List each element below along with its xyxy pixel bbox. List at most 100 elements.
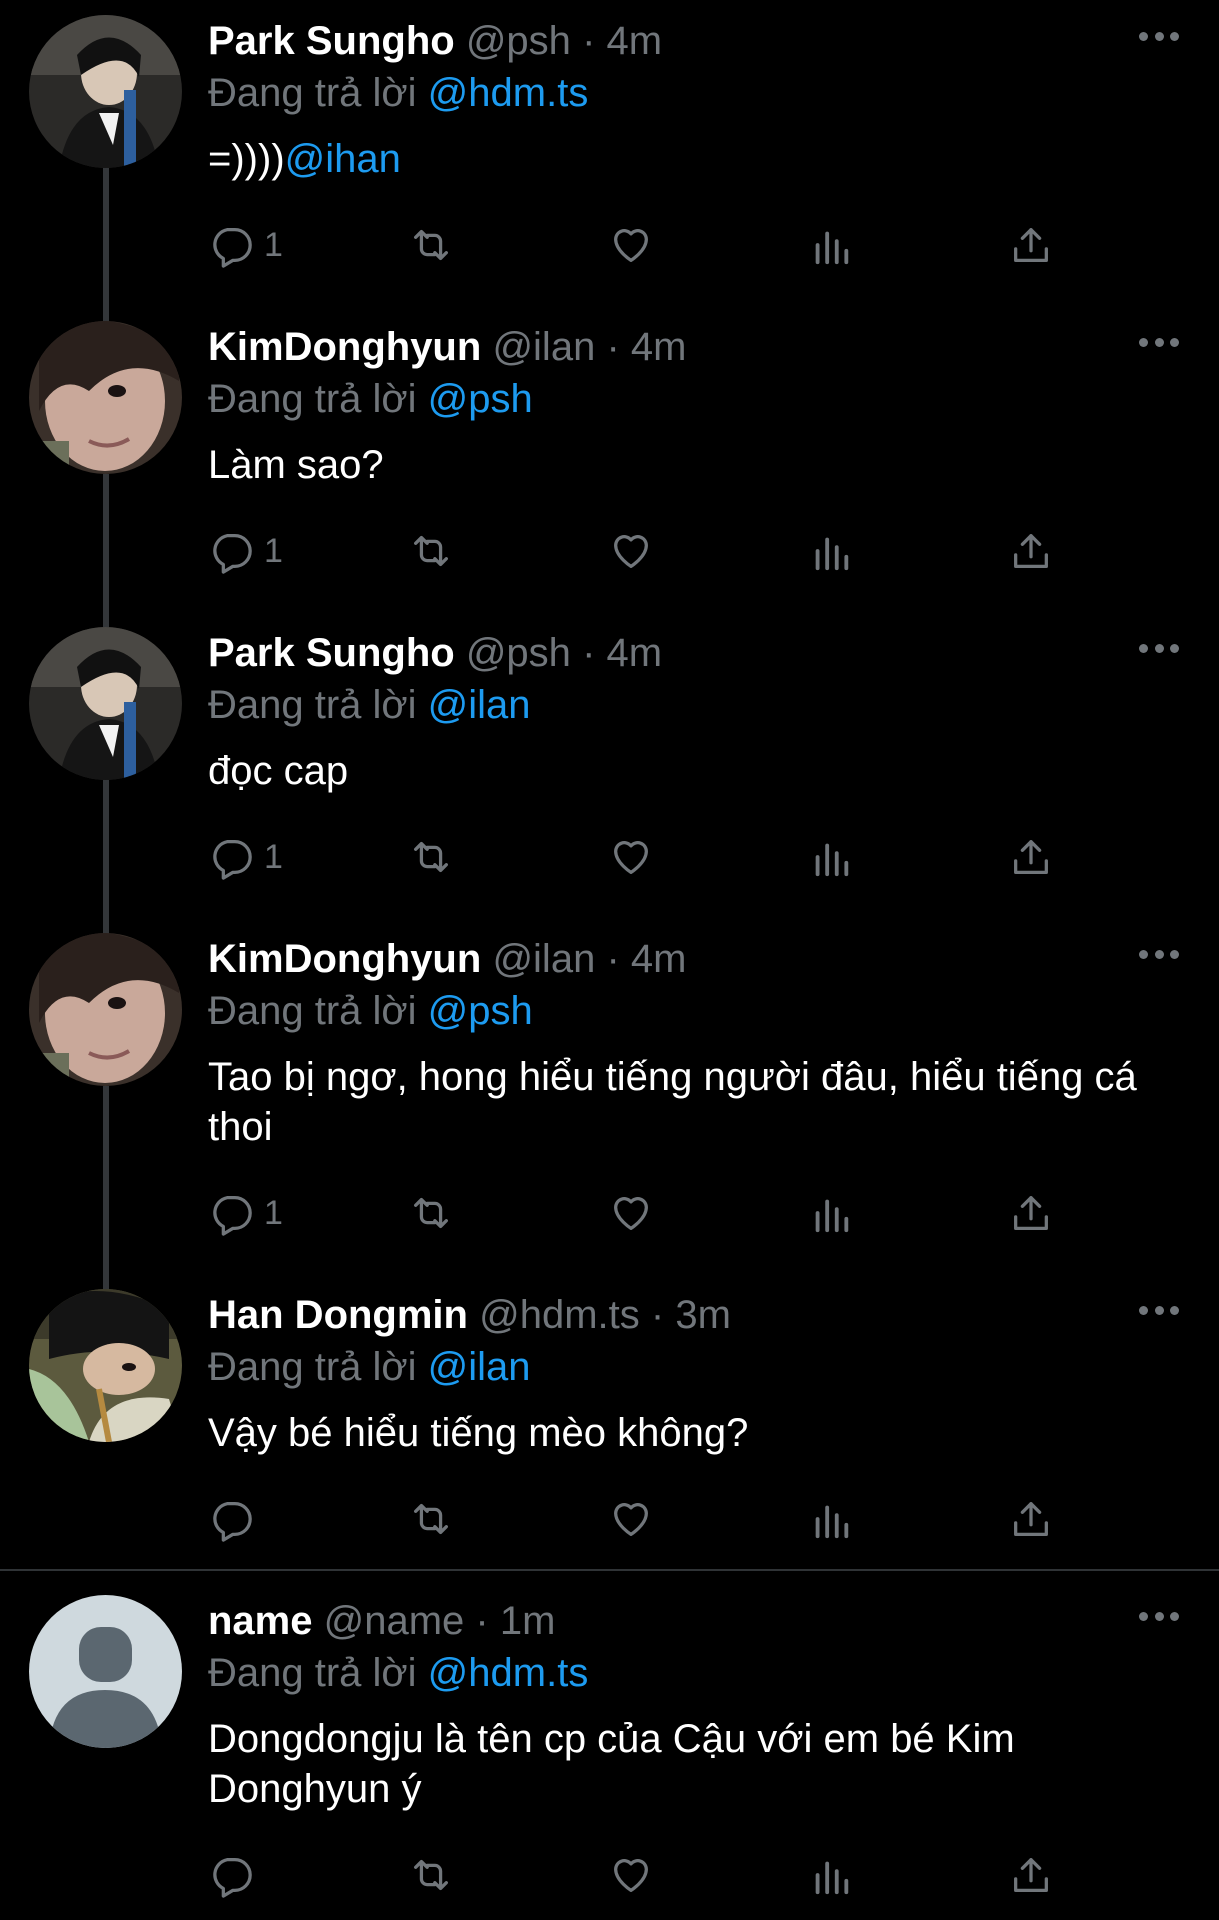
reply-button[interactable]: 1 [208,526,283,576]
tweet[interactable]: Han Dongmin @hdm.ts · 3m Đang trả lời @i… [0,1086,1219,1570]
views-button[interactable] [808,526,854,576]
default-avatar-icon [29,1595,182,1748]
reply-button[interactable] [208,1494,254,1544]
user-handle[interactable]: @ilan [492,325,595,369]
retweet-button[interactable] [408,1850,454,1900]
replying-to-label: Đang trả lời [208,683,417,727]
tweet[interactable]: KimDonghyun @ilan · 4m Đang trả lời @psh… [0,168,1219,624]
display-name[interactable]: Park Sungho [208,19,455,63]
timestamp[interactable]: 1m [500,1599,556,1643]
replying-to-mention[interactable]: @hdm.ts [428,1651,589,1695]
more-icon[interactable] [1139,1302,1179,1318]
reply-button[interactable] [208,1850,254,1900]
user-handle[interactable]: @psh [466,19,571,63]
action-bar: 1 [208,220,1088,270]
share-button[interactable] [1008,526,1054,576]
tweet-text: Dongdongju là tên cp của Cậu với em bé K… [208,1714,1108,1814]
tweet-text-mention[interactable]: @ihan [285,137,401,181]
tweet-text: =))))@ihan [208,134,1168,184]
retweet-button[interactable] [408,526,454,576]
timestamp[interactable]: 4m [631,325,687,369]
more-icon[interactable] [1139,334,1179,350]
more-icon[interactable] [1139,1608,1179,1624]
avatar-photo [29,321,182,474]
avatar[interactable] [29,321,182,474]
replying-to: Đang trả lời @psh [208,376,533,422]
reply-button[interactable]: 1 [208,832,283,882]
user-handle[interactable]: @psh [466,631,571,675]
replying-to-mention[interactable]: @psh [428,989,533,1033]
share-button[interactable] [1008,220,1054,270]
share-icon [1014,228,1048,262]
timestamp[interactable]: 3m [675,1293,731,1337]
retweet-button[interactable] [408,1494,454,1544]
replying-to-mention[interactable]: @ilan [428,683,531,727]
display-name[interactable]: KimDonghyun [208,325,481,369]
user-handle[interactable]: @ilan [492,937,595,981]
avatar[interactable] [29,1289,182,1442]
reply-button[interactable]: 1 [208,220,283,270]
separator-dot: · [606,937,620,981]
separator-dot: · [475,1599,489,1643]
share-button[interactable] [1008,1494,1054,1544]
views-button[interactable] [808,832,854,882]
more-icon[interactable] [1139,946,1179,962]
display-name[interactable]: Park Sungho [208,631,455,675]
display-name[interactable]: KimDonghyun [208,937,481,981]
tweet[interactable]: Park Sungho @psh · 4m Đang trả lời @ilan… [0,474,1219,930]
avatar[interactable] [29,933,182,1086]
share-button[interactable] [1008,1850,1054,1900]
retweet-button[interactable] [408,832,454,882]
tweet[interactable]: name @name · 1m Đang trả lời @hdm.ts Don… [0,1580,1219,1920]
tweet-header: Han Dongmin @hdm.ts · 3m [208,1292,731,1338]
separator-dot: · [582,631,596,675]
display-name[interactable]: name [208,1599,313,1643]
retweet-button[interactable] [408,220,454,270]
tweet[interactable]: Park Sungho @psh · 4m Đang trả lời @hdm.… [0,0,1219,318]
like-button[interactable] [608,526,654,576]
retweet-icon [414,1503,448,1535]
share-button[interactable] [1008,1188,1054,1238]
replying-to-mention[interactable]: @ilan [428,1345,531,1389]
replying-to-mention[interactable]: @psh [428,377,533,421]
replying-to-mention[interactable]: @hdm.ts [428,71,589,115]
tweet-header: Park Sungho @psh · 4m [208,18,662,64]
action-bar: 1 [208,526,1088,576]
tweet[interactable]: KimDonghyun @ilan · 4m Đang trả lời @psh… [0,780,1219,1286]
views-button[interactable] [808,1494,854,1544]
action-bar: 1 [208,1188,1088,1238]
retweet-icon [414,535,448,567]
timestamp[interactable]: 4m [607,19,663,63]
timestamp[interactable]: 4m [631,937,687,981]
retweet-button[interactable] [408,1188,454,1238]
more-icon[interactable] [1139,640,1179,656]
share-button[interactable] [1008,832,1054,882]
reply-icon [213,228,252,268]
like-button[interactable] [608,1494,654,1544]
more-icon[interactable] [1139,28,1179,44]
like-icon [614,229,648,262]
views-button[interactable] [808,1188,854,1238]
like-icon [614,841,648,874]
tweet-header: name @name · 1m [208,1598,555,1644]
like-button[interactable] [608,1850,654,1900]
user-handle[interactable]: @hdm.ts [479,1293,640,1337]
views-button[interactable] [808,220,854,270]
replying-to-label: Đang trả lời [208,1345,417,1389]
like-button[interactable] [608,1188,654,1238]
thread-divider [0,1569,1219,1571]
like-button[interactable] [608,220,654,270]
replying-to-label: Đang trả lời [208,71,417,115]
display-name[interactable]: Han Dongmin [208,1293,468,1337]
avatar[interactable] [29,15,182,168]
tweet-text: Tao bị ngơ, hong hiểu tiếng người đâu, h… [208,1052,1168,1152]
reply-count: 1 [264,1193,283,1232]
like-button[interactable] [608,832,654,882]
reply-icon [213,1196,252,1236]
user-handle[interactable]: @name [324,1599,465,1643]
avatar[interactable] [29,627,182,780]
reply-button[interactable]: 1 [208,1188,283,1238]
avatar[interactable] [29,1595,182,1748]
views-button[interactable] [808,1850,854,1900]
timestamp[interactable]: 4m [607,631,663,675]
